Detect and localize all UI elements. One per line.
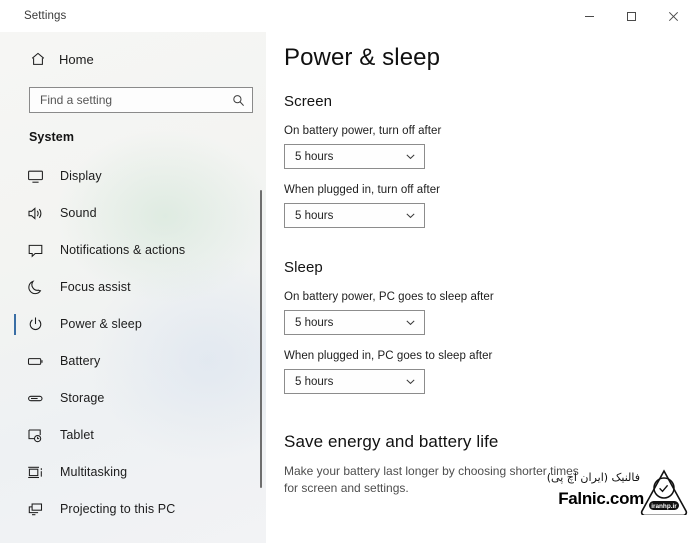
display-icon <box>26 167 45 186</box>
battery-icon <box>26 352 45 371</box>
sidebar-item-battery[interactable]: Battery <box>0 343 266 380</box>
save-energy-title: Save energy and battery life <box>284 432 499 451</box>
window-title: Settings <box>24 10 67 22</box>
field-label: When plugged in, turn off after <box>284 184 441 196</box>
close-button[interactable] <box>652 0 694 32</box>
field-sleep-plugged-in: When plugged in, PC goes to sleep after … <box>284 350 694 394</box>
save-energy-description: Make your battery last longer by choosin… <box>284 464 579 496</box>
sidebar-item-storage[interactable]: Storage <box>0 380 266 417</box>
sleep-section-heading: Sleep <box>284 259 323 276</box>
storage-icon <box>26 389 45 408</box>
chevron-down-icon <box>404 209 417 222</box>
field-sleep-on-battery: On battery power, PC goes to sleep after… <box>284 291 694 335</box>
field-label: When plugged in, PC goes to sleep after <box>284 350 493 362</box>
minimize-icon <box>584 11 595 22</box>
sidebar-item-tablet[interactable]: Tablet <box>0 417 266 454</box>
sidebar-item-label: Projecting to this PC <box>60 502 176 517</box>
main-content: Power & sleep Screen On battery power, t… <box>266 32 694 543</box>
sidebar-item-notifications[interactable]: Notifications & actions <box>0 232 266 269</box>
field-label: On battery power, PC goes to sleep after <box>284 291 494 303</box>
search-box[interactable] <box>29 87 253 113</box>
sidebar-item-focus-assist[interactable]: Focus assist <box>0 269 266 306</box>
projecting-icon <box>26 500 45 519</box>
sidebar: Home System <box>0 32 266 543</box>
save-energy-section: Save energy and battery life Make your b… <box>284 432 694 498</box>
close-icon <box>668 11 679 22</box>
sidebar-scrollbar[interactable] <box>258 190 265 488</box>
search-icon <box>231 93 245 107</box>
sidebar-item-label: Display <box>60 169 102 184</box>
dropdown-value: 5 hours <box>295 209 334 222</box>
maximize-button[interactable] <box>610 0 652 32</box>
dropdown-value: 5 hours <box>295 375 334 388</box>
chevron-down-icon <box>404 150 417 163</box>
moon-icon <box>26 278 45 297</box>
screen-plugged-in-dropdown[interactable]: 5 hours <box>284 203 425 228</box>
sidebar-item-label: Power & sleep <box>60 317 142 332</box>
chevron-down-icon <box>404 316 417 329</box>
sidebar-item-label: Sound <box>60 206 97 221</box>
sidebar-item-label: Notifications & actions <box>60 243 186 258</box>
tablet-icon <box>26 426 45 445</box>
dropdown-value: 5 hours <box>295 316 334 329</box>
chevron-down-icon <box>404 375 417 388</box>
sidebar-item-home[interactable]: Home <box>0 44 266 74</box>
sidebar-item-label: Multitasking <box>60 465 128 480</box>
field-screen-plugged-in: When plugged in, turn off after 5 hours <box>284 184 694 228</box>
notifications-icon <box>26 241 45 260</box>
sidebar-item-label: Focus assist <box>60 280 131 295</box>
settings-window: Settings Home Find a setting System Disp… <box>0 0 694 543</box>
power-icon <box>26 315 45 334</box>
maximize-icon <box>626 11 637 22</box>
page-title: Power & sleep <box>284 44 441 71</box>
dropdown-value: 5 hours <box>295 150 334 163</box>
minimize-button[interactable] <box>568 0 610 32</box>
sidebar-item-label: Tablet <box>60 428 94 443</box>
field-label: On battery power, turn off after <box>284 125 442 137</box>
sidebar-scrollbar-thumb[interactable] <box>260 190 262 488</box>
sidebar-item-label: Battery <box>60 354 101 369</box>
search-input[interactable] <box>40 93 231 107</box>
screen-on-battery-dropdown[interactable]: 5 hours <box>284 144 425 169</box>
sidebar-home-label: Home <box>59 51 94 67</box>
sidebar-item-display[interactable]: Display <box>0 158 266 195</box>
sleep-on-battery-dropdown[interactable]: 5 hours <box>284 310 425 335</box>
window-body: Home System <box>0 32 694 543</box>
screen-section-heading: Screen <box>284 93 333 110</box>
sound-icon <box>26 204 45 223</box>
multitasking-icon <box>26 463 45 482</box>
sidebar-group-label: System <box>29 130 75 144</box>
home-icon <box>29 51 46 68</box>
title-bar: Settings <box>0 0 694 32</box>
sidebar-nav-list: Display Sound Notifications & actions Fo… <box>0 158 266 528</box>
window-controls <box>568 0 694 32</box>
sidebar-item-multitasking[interactable]: Multitasking <box>0 454 266 491</box>
sidebar-item-sound[interactable]: Sound <box>0 195 266 232</box>
sidebar-item-label: Storage <box>60 391 105 406</box>
sidebar-item-power-and-sleep[interactable]: Power & sleep <box>0 306 266 343</box>
sidebar-item-projecting-to-this-pc[interactable]: Projecting to this PC <box>0 491 266 528</box>
sleep-plugged-in-dropdown[interactable]: 5 hours <box>284 369 425 394</box>
field-screen-on-battery: On battery power, turn off after 5 hours <box>284 125 694 169</box>
